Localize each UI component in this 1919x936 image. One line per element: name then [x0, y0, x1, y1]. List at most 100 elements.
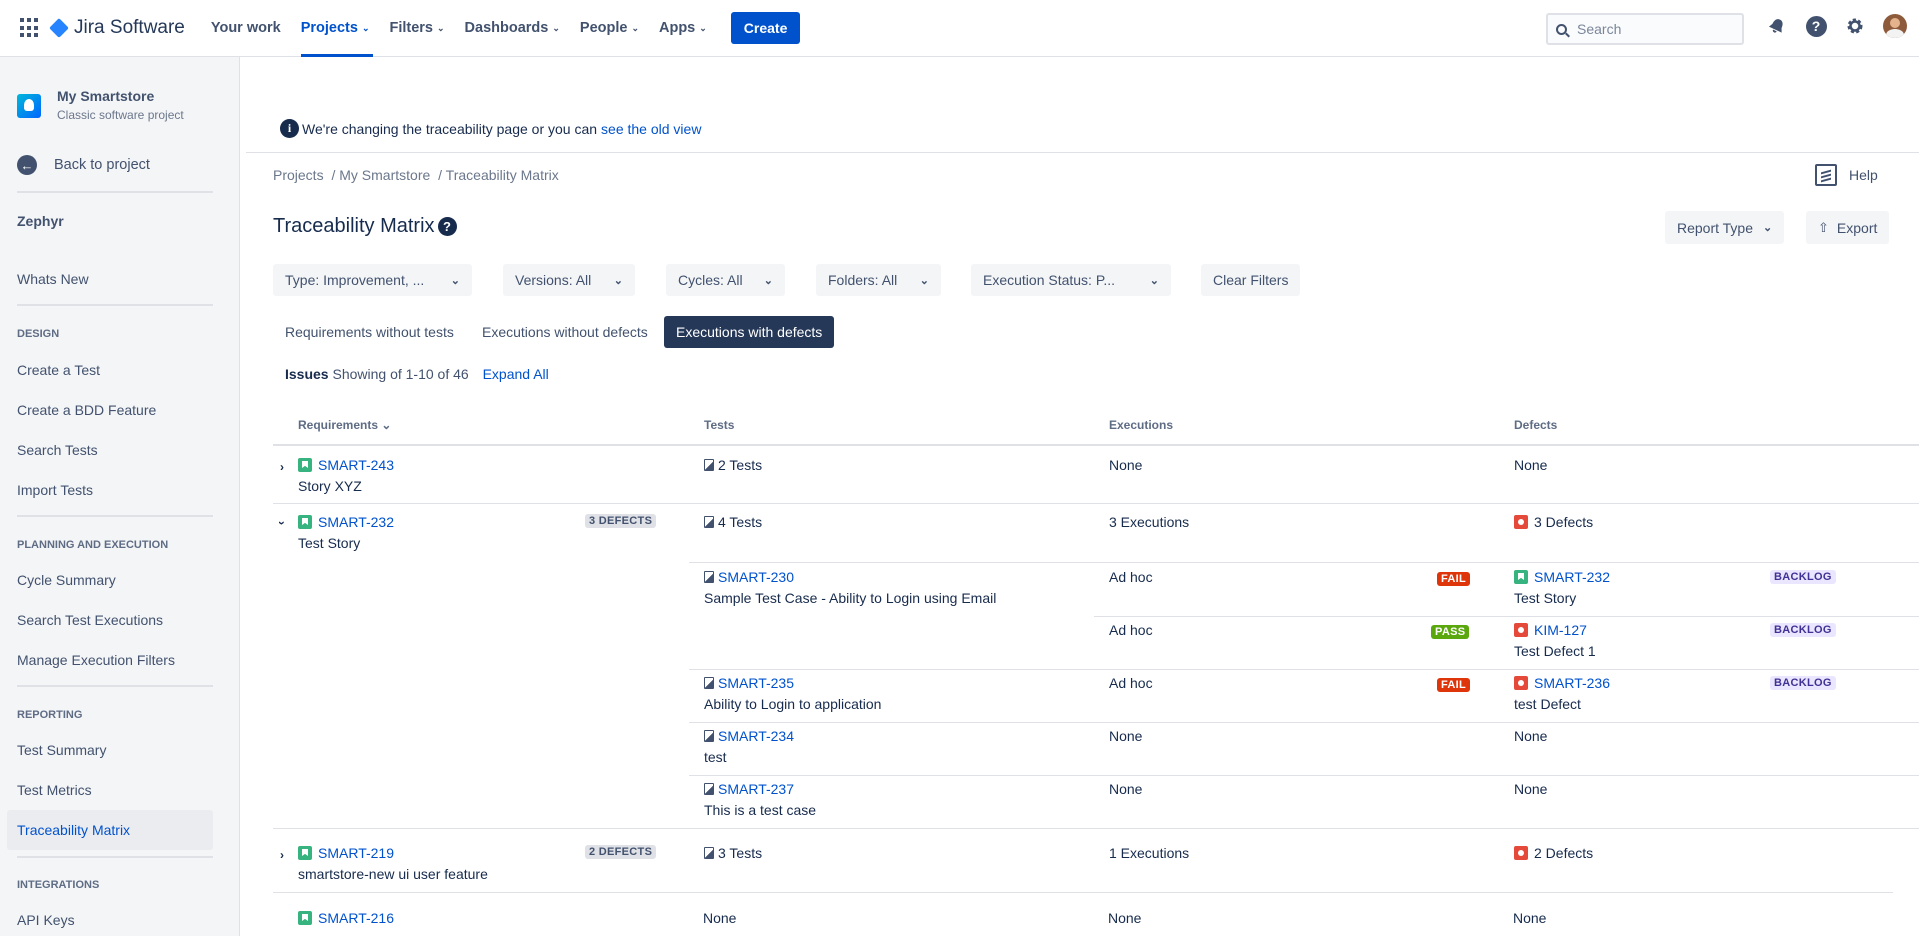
nav-your-work[interactable]: Your work: [203, 0, 289, 57]
divider: [1094, 616, 1919, 617]
question-icon[interactable]: ?: [437, 217, 457, 236]
expand-row-icon[interactable]: ›: [280, 460, 284, 474]
collapse-row-icon[interactable]: ›: [275, 521, 289, 525]
defect-link[interactable]: SMART-236: [1534, 675, 1610, 691]
page-title: Traceability Matrix ?: [273, 215, 457, 238]
nav-people[interactable]: People ⌄: [572, 0, 647, 57]
sidebar-item-api-keys[interactable]: API Keys: [17, 912, 75, 928]
arrow-left-icon: ←: [17, 155, 37, 175]
requirement-link[interactable]: SMART-219: [318, 845, 394, 861]
filter-execution-status[interactable]: Execution Status: P... ⌄: [971, 264, 1171, 296]
sidebar-item-search-executions[interactable]: Search Test Executions: [17, 612, 163, 628]
document-icon: [1815, 164, 1837, 186]
divider: [17, 515, 213, 517]
app-switcher-icon[interactable]: [20, 18, 40, 38]
notifications-icon[interactable]: [1766, 15, 1788, 37]
sidebar-item-traceability-matrix[interactable]: Traceability Matrix: [7, 810, 213, 850]
sidebar-item-test-summary[interactable]: Test Summary: [17, 742, 106, 758]
breadcrumb-projects[interactable]: Projects: [273, 167, 324, 183]
filter-cycles[interactable]: Cycles: All ⌄: [666, 264, 785, 296]
divider: [689, 669, 1919, 670]
chevron-down-icon: ⌄: [552, 22, 560, 33]
divider: [273, 444, 1919, 446]
story-icon: [298, 458, 312, 472]
test-icon: [704, 847, 714, 859]
nav-filters[interactable]: Filters ⌄: [381, 0, 452, 57]
breadcrumb-project[interactable]: / My Smartstore: [331, 167, 430, 183]
sidebar-item-cycle-summary[interactable]: Cycle Summary: [17, 572, 116, 588]
filter-folders[interactable]: Folders: All ⌄: [816, 264, 941, 296]
requirement-link[interactable]: SMART-232: [318, 514, 394, 530]
test-link[interactable]: SMART-230: [718, 569, 794, 585]
test-link[interactable]: SMART-234: [718, 728, 794, 744]
test-icon: [704, 783, 714, 795]
requirement-link[interactable]: SMART-243: [318, 457, 394, 473]
nav-projects[interactable]: Projects ⌄: [293, 0, 378, 57]
sidebar-item-test-metrics[interactable]: Test Metrics: [17, 782, 92, 798]
sidebar-item-manage-filters[interactable]: Manage Execution Filters: [17, 652, 175, 668]
status-badge-backlog: BACKLOG: [1770, 676, 1836, 690]
status-badge-backlog: BACKLOG: [1770, 570, 1836, 584]
user-avatar[interactable]: [1883, 14, 1907, 38]
status-badge-backlog: BACKLOG: [1770, 623, 1836, 637]
nav-dashboards[interactable]: Dashboards ⌄: [457, 0, 568, 57]
filter-versions[interactable]: Versions: All ⌄: [503, 264, 635, 296]
divider: [246, 152, 1919, 153]
nav-apps[interactable]: Apps ⌄: [651, 0, 715, 57]
sidebar-item-create-test[interactable]: Create a Test: [17, 362, 100, 378]
test-link[interactable]: SMART-235: [718, 675, 794, 691]
list-item: SMART-235 Ability to Login to applicatio…: [704, 675, 882, 712]
executions-value: 3 Executions: [1109, 514, 1190, 530]
sidebar-item-create-bdd[interactable]: Create a BDD Feature: [17, 402, 156, 418]
chevron-down-icon: ⌄: [631, 22, 639, 33]
section-design: DESIGN: [17, 328, 60, 340]
old-view-link[interactable]: see the old view: [601, 121, 701, 137]
back-to-project-link[interactable]: ← Back to project: [17, 155, 150, 175]
chevron-down-icon: ⌄: [437, 22, 445, 33]
section-reporting: REPORTING: [17, 709, 83, 721]
clear-filters-button[interactable]: Clear Filters: [1201, 264, 1301, 296]
breadcrumb-current[interactable]: / Traceability Matrix: [438, 167, 559, 183]
section-integrations: INTEGRATIONS: [17, 879, 100, 891]
requirement-link[interactable]: SMART-216: [318, 910, 394, 926]
filter-type[interactable]: Type: Improvement, ... ⌄: [273, 264, 472, 296]
chevron-down-icon: ⌄: [1149, 274, 1159, 287]
column-header-executions: Executions: [1109, 418, 1174, 432]
export-button[interactable]: ⇧ Export: [1806, 211, 1890, 244]
defect-link[interactable]: SMART-232: [1534, 569, 1610, 585]
jira-logo[interactable]: Jira Software: [49, 17, 185, 39]
help-button[interactable]: Help: [1815, 164, 1878, 186]
table-row: SMART-243 Story XYZ: [298, 457, 394, 494]
execution-type[interactable]: Ad hoc: [1109, 569, 1153, 585]
project-header[interactable]: My Smartstore Classic software project: [17, 88, 184, 122]
defect-item: SMART-236 test Defect: [1514, 675, 1610, 712]
test-icon: [704, 516, 714, 528]
tab-executions-with-defects[interactable]: Executions with defects: [664, 316, 835, 348]
execution-type[interactable]: Ad hoc: [1109, 675, 1153, 691]
create-button[interactable]: Create: [730, 12, 801, 44]
test-link[interactable]: SMART-237: [718, 781, 794, 797]
search-input[interactable]: Search: [1546, 13, 1744, 45]
tab-requirements-without-tests[interactable]: Requirements without tests: [273, 316, 466, 348]
tests-count: 2 Tests: [718, 457, 763, 473]
defect-link[interactable]: KIM-127: [1534, 622, 1587, 638]
list-item: SMART-230 Sample Test Case - Ability to …: [704, 569, 997, 606]
divider: [17, 304, 213, 306]
sidebar-item-import-tests[interactable]: Import Tests: [17, 482, 93, 498]
settings-gear-icon[interactable]: [1844, 15, 1866, 37]
expand-row-icon[interactable]: ›: [280, 848, 284, 862]
sidebar-item-whats-new[interactable]: Whats New: [17, 271, 89, 287]
executions-value: None: [1108, 910, 1142, 926]
execution-type[interactable]: Ad hoc: [1109, 622, 1153, 638]
sidebar-item-search-tests[interactable]: Search Tests: [17, 442, 98, 458]
divider: [273, 892, 1893, 893]
help-icon[interactable]: ?: [1805, 15, 1827, 37]
expand-all-link[interactable]: Expand All: [483, 366, 549, 382]
bug-icon: [1514, 623, 1528, 637]
report-type-dropdown[interactable]: Report Type ⌄: [1665, 211, 1785, 244]
column-header-requirements[interactable]: Requirements ⌄: [298, 418, 391, 432]
defects-badge: 2 DEFECTS: [585, 845, 657, 859]
divider: [273, 828, 1919, 829]
test-icon: [704, 571, 714, 583]
tab-executions-without-defects[interactable]: Executions without defects: [470, 316, 660, 348]
